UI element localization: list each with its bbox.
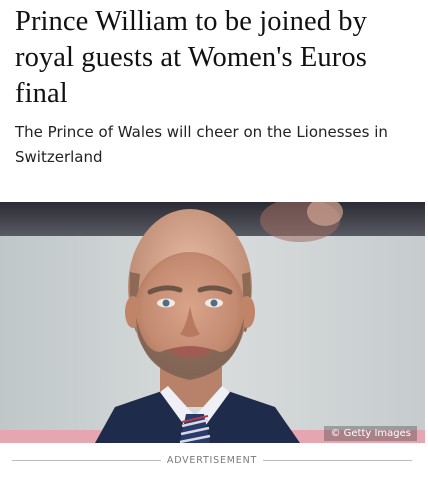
divider-line-left <box>12 459 161 461</box>
advertisement-divider: ADVERTISEMENT <box>12 451 412 469</box>
divider-line-right <box>263 459 412 461</box>
prince-portrait-illustration <box>0 202 425 443</box>
hero-image[interactable]: © Getty Images <box>0 202 425 443</box>
article-standfirst: The Prince of Wales will cheer on the Li… <box>15 123 388 166</box>
image-credit: © Getty Images <box>324 426 417 441</box>
article: Prince William to be joined by royal gue… <box>0 0 428 490</box>
article-headline[interactable]: Prince William to be joined by royal gue… <box>15 4 415 112</box>
advertisement-label: ADVERTISEMENT <box>166 454 258 466</box>
